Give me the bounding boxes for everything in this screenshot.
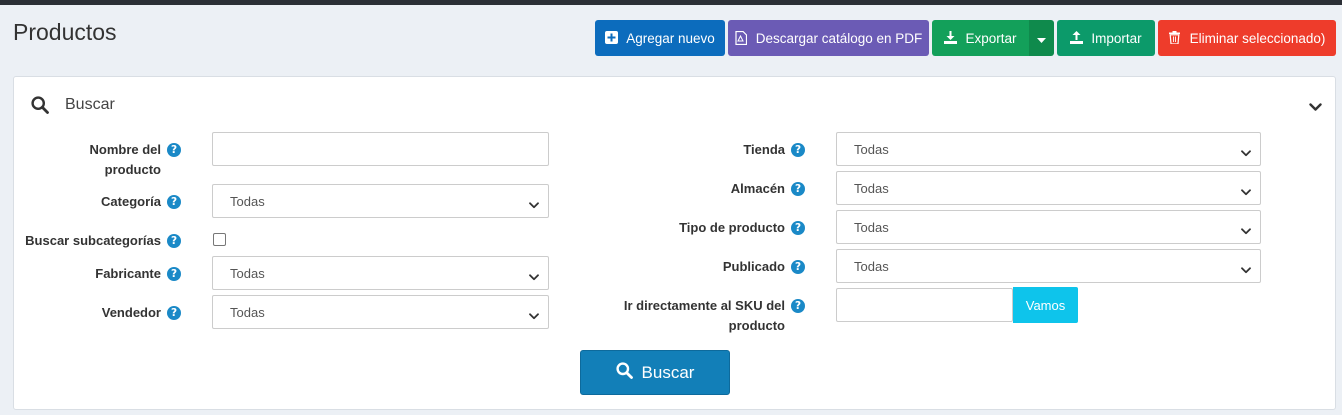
help-icon[interactable]: ?	[167, 234, 181, 248]
published-select[interactable]: Todas	[836, 249, 1261, 283]
store-label: Tienda	[743, 142, 785, 157]
published-label: Publicado	[722, 259, 785, 274]
chevron-down-icon	[1241, 262, 1251, 277]
warehouse-select-value: Todas	[854, 180, 889, 196]
help-icon[interactable]: ?	[167, 195, 181, 209]
search-icon	[31, 96, 49, 119]
chevron-down-icon	[1241, 184, 1251, 199]
chevron-down-icon	[1241, 145, 1251, 160]
product-type-label: Tipo de producto	[679, 220, 785, 235]
delete-selected-label: Eliminar seleccionado)	[1189, 30, 1326, 46]
vendor-select[interactable]: Todas	[212, 295, 549, 329]
chevron-down-icon	[1241, 223, 1251, 238]
manufacturer-select-value: Todas	[230, 265, 265, 281]
help-icon[interactable]: ?	[791, 182, 805, 196]
upload-icon	[1070, 31, 1084, 45]
download-pdf-button[interactable]: Descargar catálogo en PDF	[728, 20, 929, 56]
file-pdf-icon	[735, 31, 748, 45]
category-label: Categoría	[101, 194, 161, 209]
chevron-down-icon	[529, 269, 539, 284]
search-icon	[615, 361, 633, 384]
page-title: Productos	[13, 19, 117, 45]
help-icon[interactable]: ?	[167, 306, 181, 320]
plus-square-icon	[605, 31, 619, 45]
help-icon[interactable]: ?	[791, 260, 805, 274]
top-bar	[0, 0, 1342, 5]
category-select-value: Todas	[230, 193, 265, 209]
search-panel: Buscar Nombre del producto ? Categoría ?…	[13, 76, 1336, 410]
manufacturer-select[interactable]: Todas	[212, 256, 549, 290]
delete-selected-button[interactable]: Eliminar seleccionado)	[1158, 20, 1336, 56]
store-select[interactable]: Todas	[836, 132, 1261, 166]
caret-down-icon	[1037, 31, 1046, 46]
product-name-input[interactable]	[212, 132, 549, 166]
vendor-select-value: Todas	[230, 304, 265, 320]
help-icon[interactable]: ?	[791, 221, 805, 235]
go-sku-button[interactable]: Vamos	[1013, 287, 1078, 323]
search-panel-title: Buscar	[65, 96, 115, 113]
vendor-label: Vendedor	[101, 305, 161, 320]
add-new-label: Agregar nuevo	[626, 30, 715, 46]
product-name-label: Nombre del producto	[89, 142, 161, 177]
category-select[interactable]: Todas	[212, 184, 549, 218]
help-icon[interactable]: ?	[791, 299, 805, 313]
download-icon	[944, 31, 958, 45]
sku-label: Ir directamente al SKU del producto	[623, 298, 785, 333]
trash-icon	[1168, 31, 1182, 45]
search-subcategories-label: Buscar subcategorías	[25, 233, 161, 248]
published-select-value: Todas	[854, 258, 889, 274]
export-button[interactable]: Exportar	[932, 20, 1029, 56]
product-type-select-value: Todas	[854, 219, 889, 235]
store-select-value: Todas	[854, 141, 889, 157]
add-new-button[interactable]: Agregar nuevo	[595, 20, 725, 56]
manufacturer-label: Fabricante	[95, 266, 161, 281]
chevron-down-icon	[529, 197, 539, 212]
chevron-down-icon	[529, 308, 539, 323]
download-pdf-label: Descargar catálogo en PDF	[755, 30, 923, 46]
import-button[interactable]: Importar	[1057, 20, 1155, 56]
chevron-down-icon[interactable]	[1309, 99, 1322, 117]
search-panel-header[interactable]: Buscar	[14, 77, 1335, 133]
import-label: Importar	[1091, 30, 1142, 46]
search-subcategories-checkbox[interactable]	[213, 233, 226, 246]
warehouse-select[interactable]: Todas	[836, 171, 1261, 205]
export-label: Exportar	[965, 30, 1017, 46]
search-button-label: Buscar	[641, 362, 695, 382]
search-button[interactable]: Buscar	[580, 350, 730, 395]
warehouse-label: Almacén	[730, 181, 785, 196]
sku-input[interactable]	[836, 288, 1013, 322]
help-icon[interactable]: ?	[167, 267, 181, 281]
help-icon[interactable]: ?	[167, 143, 181, 157]
product-type-select[interactable]: Todas	[836, 210, 1261, 244]
help-icon[interactable]: ?	[791, 143, 805, 157]
export-dropdown-toggle[interactable]	[1029, 20, 1054, 56]
